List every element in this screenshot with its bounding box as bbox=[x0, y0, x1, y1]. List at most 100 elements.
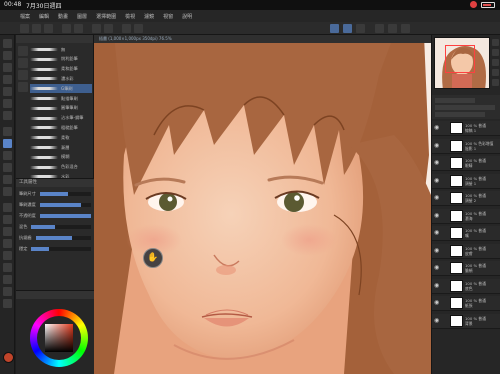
property-antialias[interactable]: 抗鋸齒 bbox=[19, 234, 91, 242]
layer-row[interactable]: ◉ 100 % 普通 線稿 1 bbox=[432, 121, 500, 136]
brush-item[interactable]: 沾水筆-鋼筆 bbox=[30, 114, 92, 123]
main-color-swatch[interactable] bbox=[3, 352, 14, 363]
eye-icon[interactable]: ◉ bbox=[434, 230, 440, 236]
flip-icon[interactable] bbox=[492, 69, 499, 76]
navigator-view-frame[interactable] bbox=[445, 45, 475, 73]
brush-item[interactable]: 無 bbox=[30, 45, 92, 54]
selection-icon[interactable] bbox=[3, 87, 12, 96]
undo-icon[interactable] bbox=[62, 24, 71, 33]
edit-mode-icon[interactable] bbox=[375, 24, 384, 33]
deselect-icon[interactable] bbox=[134, 24, 143, 33]
menu-item-view[interactable]: 檢視 bbox=[125, 13, 135, 20]
blend-mode-select[interactable] bbox=[435, 98, 475, 103]
property-brush-density[interactable]: 筆刷濃度 bbox=[19, 201, 91, 209]
brush-item[interactable]: 漸層 bbox=[30, 143, 92, 152]
pen-icon[interactable] bbox=[3, 127, 12, 136]
balloon-icon[interactable] bbox=[3, 275, 12, 284]
airbrush-icon[interactable] bbox=[3, 151, 12, 160]
menu-item-animation[interactable]: 動畫 bbox=[58, 13, 68, 20]
figure-icon[interactable] bbox=[3, 227, 12, 236]
brush-icon[interactable] bbox=[3, 139, 12, 148]
menu-item-window[interactable]: 視窗 bbox=[163, 13, 173, 20]
auto-select-icon[interactable] bbox=[3, 99, 12, 108]
snap-ruler-icon[interactable] bbox=[330, 24, 339, 33]
brush-item[interactable]: 圓筆筆刷 bbox=[30, 104, 92, 113]
menu-item-edit[interactable]: 編輯 bbox=[39, 13, 49, 20]
eye-icon[interactable]: ◉ bbox=[434, 212, 440, 219]
operation-icon[interactable] bbox=[3, 63, 12, 72]
opacity-slider[interactable] bbox=[435, 105, 495, 110]
eye-icon[interactable]: ◉ bbox=[434, 125, 440, 131]
rotate-icon[interactable] bbox=[492, 59, 499, 66]
brush-item[interactable]: 模糊 bbox=[30, 153, 92, 162]
brush-item[interactable]: 色彩混合 bbox=[30, 163, 92, 172]
eye-icon[interactable]: ◉ bbox=[434, 317, 440, 324]
menu-item-layer[interactable]: 圖層 bbox=[77, 13, 87, 20]
layer-row[interactable]: ◉ 100 % 普通 紙張 bbox=[432, 296, 500, 311]
menu-item-selection[interactable]: 選擇範圍 bbox=[96, 13, 116, 20]
paint-group-icon[interactable] bbox=[18, 70, 28, 80]
menu-item-filter[interactable]: 濾鏡 bbox=[144, 13, 154, 20]
brush-item[interactable]: 濃水彩 bbox=[30, 74, 92, 83]
eye-icon[interactable]: ◉ bbox=[434, 282, 440, 289]
eye-icon[interactable]: ◉ bbox=[434, 195, 440, 201]
property-blend[interactable]: 混色 bbox=[19, 223, 91, 231]
brush-group-icon[interactable] bbox=[18, 46, 28, 56]
brush-item[interactable]: 銳利鉛筆 bbox=[30, 55, 92, 64]
hand-icon[interactable] bbox=[401, 24, 410, 33]
color-wheel[interactable] bbox=[30, 309, 88, 367]
settings-icon[interactable] bbox=[388, 24, 397, 33]
layer-row[interactable]: ◉ 100 % 普通 底色 bbox=[432, 278, 500, 294]
layer-row[interactable]: ◉ 100 % 色彩增值 陰影 1 bbox=[432, 138, 500, 154]
open-file-icon[interactable] bbox=[32, 24, 41, 33]
canvas[interactable]: ✋ bbox=[94, 35, 431, 374]
eye-icon[interactable]: ◉ bbox=[434, 265, 440, 271]
snap-special-ruler-icon[interactable] bbox=[343, 24, 352, 33]
eye-icon[interactable]: ◉ bbox=[434, 300, 440, 306]
brush-item[interactable]: 粗糙鉛筆 bbox=[30, 123, 92, 132]
snap-grid-icon[interactable] bbox=[356, 24, 365, 33]
frame-icon[interactable] bbox=[3, 239, 12, 248]
layer-row[interactable]: ◉ 100 % 普通 背景 bbox=[432, 313, 500, 329]
brush-item[interactable]: 柔軟 bbox=[30, 133, 92, 142]
layer-row[interactable]: ◉ 100 % 普通 頭髮 2 bbox=[432, 191, 500, 206]
property-stabilization[interactable]: 穩定 bbox=[19, 245, 91, 253]
move-layer-icon[interactable] bbox=[3, 75, 12, 84]
redo-icon[interactable] bbox=[74, 24, 83, 33]
brush-item[interactable]: 柔和鉛筆 bbox=[30, 65, 92, 74]
fill-tool-icon[interactable] bbox=[3, 203, 12, 212]
fit-icon[interactable] bbox=[492, 79, 499, 86]
property-opacity[interactable]: 不透明度 bbox=[19, 212, 91, 220]
transform-icon[interactable] bbox=[122, 24, 131, 33]
eyedropper-icon[interactable] bbox=[3, 111, 12, 120]
zoom-out-icon[interactable] bbox=[492, 49, 499, 56]
menu-item-file[interactable]: 檔案 bbox=[20, 13, 30, 20]
eye-icon[interactable]: ◉ bbox=[434, 177, 440, 184]
text-icon[interactable] bbox=[3, 263, 12, 272]
brush-item[interactable]: 點描筆刷 bbox=[30, 94, 92, 103]
clear-icon[interactable] bbox=[92, 24, 101, 33]
layer-row[interactable]: ◉ 100 % 普通 眼睛 bbox=[432, 156, 500, 171]
eye-icon[interactable]: ◉ bbox=[434, 142, 440, 149]
navigator-panel[interactable] bbox=[434, 37, 490, 89]
fill-icon[interactable] bbox=[104, 24, 113, 33]
layer-tools[interactable] bbox=[435, 112, 485, 117]
pencil-icon[interactable] bbox=[3, 299, 12, 308]
zoom-icon[interactable] bbox=[3, 39, 12, 48]
move-icon[interactable] bbox=[3, 51, 12, 60]
property-brush-size[interactable]: 筆刷尺寸 bbox=[19, 190, 91, 198]
layer-row[interactable]: ◉ 100 % 普通 皮膚 bbox=[432, 243, 500, 259]
real-pencil-group-icon[interactable] bbox=[18, 82, 28, 92]
saturation-value-square[interactable] bbox=[45, 324, 73, 352]
layer-row[interactable]: ◉ 100 % 普通嘴 bbox=[432, 226, 500, 241]
gradient-icon[interactable] bbox=[3, 215, 12, 224]
decoration-icon[interactable] bbox=[3, 163, 12, 172]
ruler-icon[interactable] bbox=[3, 251, 12, 260]
blend-icon[interactable] bbox=[3, 187, 12, 196]
eye-icon[interactable]: ◉ bbox=[434, 160, 440, 166]
layer-row[interactable]: ◉ 100 % 普通 頭髮 1 bbox=[432, 173, 500, 189]
layer-row[interactable]: ◉ 100 % 普通 臉頰 bbox=[432, 261, 500, 276]
new-file-icon[interactable] bbox=[20, 24, 29, 33]
menu-item-help[interactable]: 說明 bbox=[182, 13, 192, 20]
zoom-in-icon[interactable] bbox=[492, 39, 499, 46]
